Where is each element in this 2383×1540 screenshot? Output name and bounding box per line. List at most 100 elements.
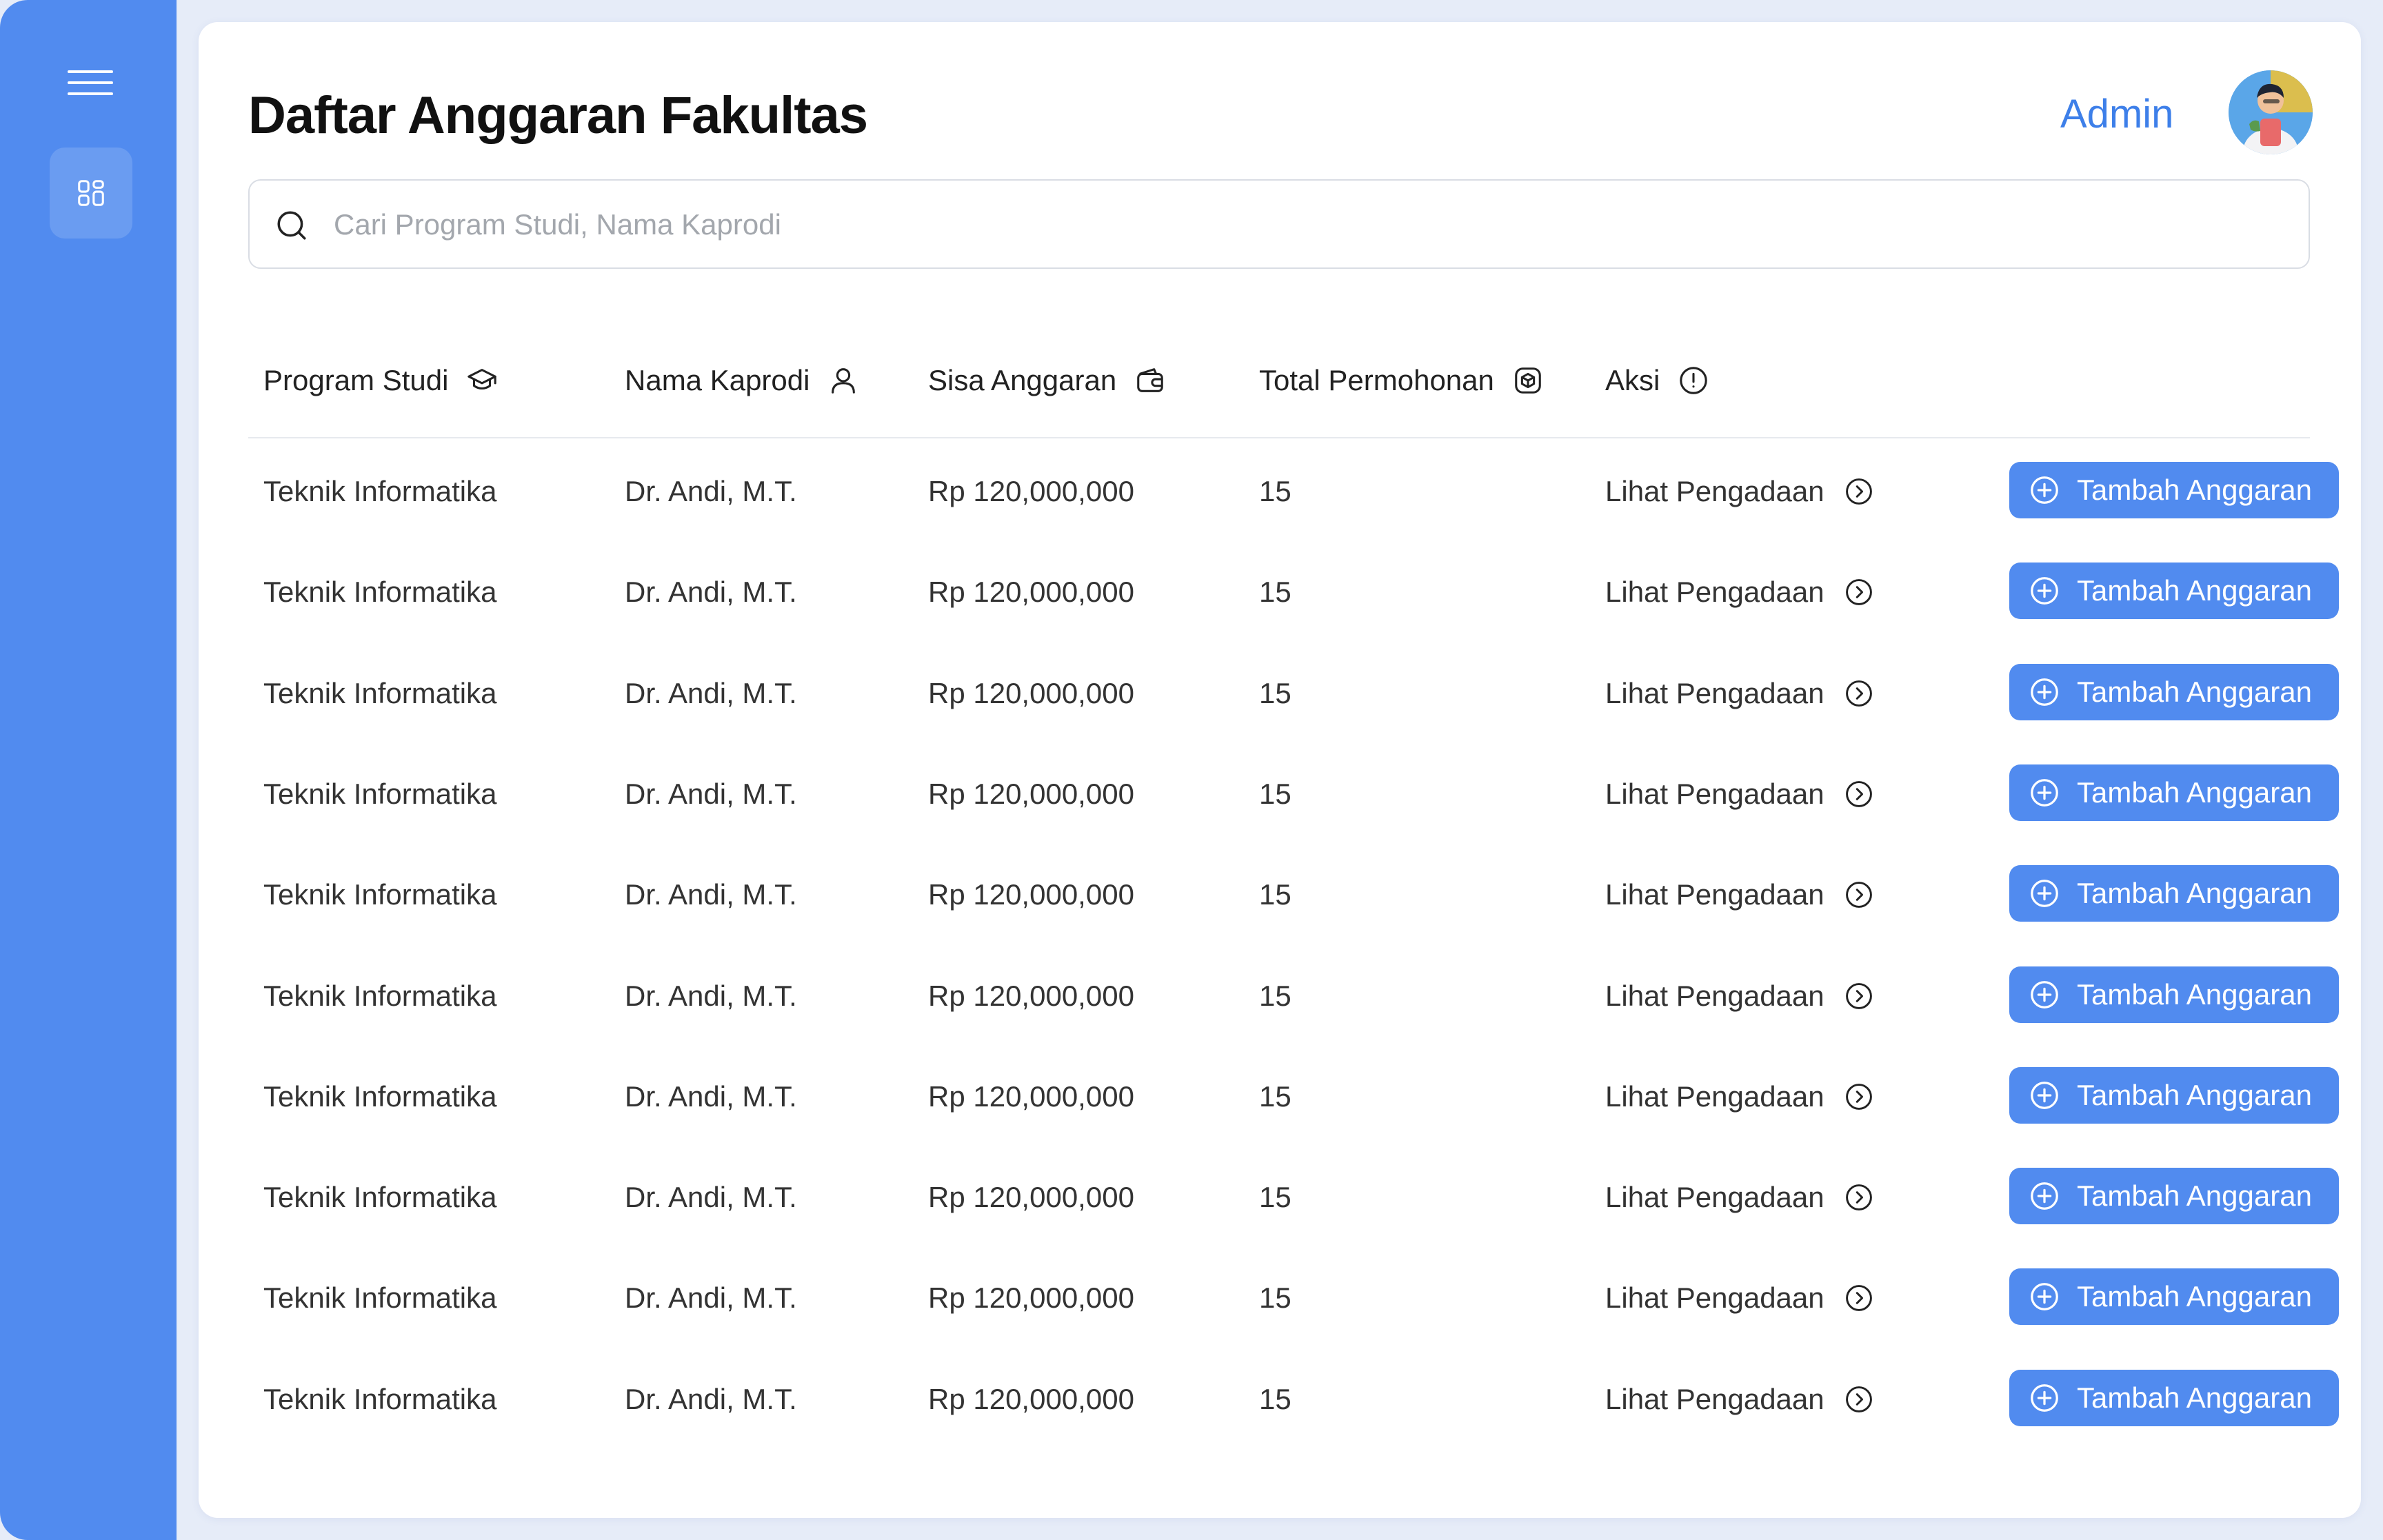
search-bar: [248, 179, 2310, 269]
tambah-anggaran-button[interactable]: Tambah Anggaran: [2009, 764, 2339, 821]
search-icon: [277, 211, 306, 240]
tambah-anggaran-button[interactable]: Tambah Anggaran: [2009, 1268, 2339, 1326]
plus-circle-icon: [2031, 980, 2058, 1009]
cell-nama-kaprodi: Dr. Andi, M.T.: [625, 676, 797, 709]
page-title: Daftar Anggaran Fakultas: [248, 86, 868, 145]
column-header-nama-kaprodi[interactable]: Nama Kaprodi: [625, 360, 859, 401]
lihat-pengadaan-link[interactable]: Lihat Pengadaan: [1605, 844, 1874, 945]
user-icon: [832, 368, 856, 394]
lihat-pengadaan-label: Lihat Pengadaan: [1605, 1382, 1824, 1415]
tambah-anggaran-button[interactable]: Tambah Anggaran: [2009, 1369, 2339, 1426]
tambah-anggaran-label: Tambah Anggaran: [2077, 574, 2312, 607]
plus-circle-icon: [2031, 577, 2058, 605]
table-row: Teknik Informatika Dr. Andi, M.T. Rp 120,0…: [248, 1248, 2339, 1348]
lihat-pengadaan-link[interactable]: Lihat Pengadaan: [1605, 1147, 1874, 1248]
lihat-pengadaan-link[interactable]: Lihat Pengadaan: [1605, 744, 1874, 844]
tambah-anggaran-button[interactable]: Tambah Anggaran: [2009, 563, 2339, 620]
plus-circle-icon: [2031, 880, 2058, 908]
cell-program-studi: Teknik Informatika: [263, 475, 497, 507]
column-header-sisa-anggaran[interactable]: Sisa Anggaran: [928, 360, 1166, 401]
sidebar-item-dashboard[interactable]: [50, 148, 132, 239]
lihat-pengadaan-label: Lihat Pengadaan: [1605, 878, 1824, 911]
cell-program-studi: Teknik Informatika: [263, 979, 497, 1012]
cell-total-permohonan: 15: [1259, 1080, 1291, 1113]
table-row: Teknik Informatika Dr. Andi, M.T. Rp 120,0…: [248, 946, 2339, 1046]
tambah-anggaran-button[interactable]: Tambah Anggaran: [2009, 966, 2339, 1023]
table-row: Teknik Informatika Dr. Andi, M.T. Rp 120,0…: [248, 643, 2339, 744]
column-label: Nama Kaprodi: [625, 364, 810, 396]
cell-sisa-anggaran: Rp 120,000,000: [928, 1080, 1134, 1113]
chevron-right-circle-icon: [1845, 1285, 1872, 1312]
chevron-right-circle-icon: [1845, 781, 1872, 807]
lihat-pengadaan-link[interactable]: Lihat Pengadaan: [1605, 946, 1874, 1046]
chevron-right-circle-icon: [1845, 680, 1872, 707]
lihat-pengadaan-link[interactable]: Lihat Pengadaan: [1605, 441, 1874, 542]
column-header-total-permohonan[interactable]: Total Permohonan: [1259, 360, 1544, 401]
tambah-anggaran-button[interactable]: Tambah Anggaran: [2009, 663, 2339, 720]
cell-sisa-anggaran: Rp 120,000,000: [928, 1382, 1134, 1415]
table-row: Teknik Informatika Dr. Andi, M.T. Rp 120,0…: [248, 441, 2339, 542]
tambah-anggaran-label: Tambah Anggaran: [2077, 776, 2312, 809]
lihat-pengadaan-label: Lihat Pengadaan: [1605, 777, 1824, 810]
lihat-pengadaan-link[interactable]: Lihat Pengadaan: [1605, 643, 1874, 744]
avatar[interactable]: [2229, 70, 2313, 154]
cell-nama-kaprodi: Dr. Andi, M.T.: [625, 576, 797, 609]
tambah-anggaran-button[interactable]: Tambah Anggaran: [2009, 865, 2339, 922]
cell-nama-kaprodi: Dr. Andi, M.T.: [625, 1080, 797, 1113]
cell-nama-kaprodi: Dr. Andi, M.T.: [625, 1281, 797, 1315]
plus-circle-icon: [2031, 1182, 2058, 1210]
lihat-pengadaan-label: Lihat Pengadaan: [1605, 1181, 1824, 1214]
column-header-program-studi[interactable]: Program Studi: [263, 360, 498, 401]
lihat-pengadaan-link[interactable]: Lihat Pengadaan: [1605, 1046, 1874, 1147]
cell-program-studi: Teknik Informatika: [263, 1281, 497, 1315]
hamburger-icon[interactable]: [68, 66, 113, 99]
plus-circle-icon: [2031, 678, 2058, 706]
tambah-anggaran-label: Tambah Anggaran: [2077, 1179, 2312, 1213]
cell-nama-kaprodi: Dr. Andi, M.T.: [625, 777, 797, 810]
lihat-pengadaan-link[interactable]: Lihat Pengadaan: [1605, 542, 1874, 642]
tambah-anggaran-button[interactable]: Tambah Anggaran: [2009, 1168, 2339, 1225]
table-row: Teknik Informatika Dr. Andi, M.T. Rp 120,0…: [248, 744, 2339, 844]
lihat-pengadaan-link[interactable]: Lihat Pengadaan: [1605, 1248, 1874, 1348]
search-input[interactable]: [332, 201, 2266, 248]
column-label: Aksi: [1605, 364, 1660, 396]
lihat-pengadaan-link[interactable]: Lihat Pengadaan: [1605, 1349, 1874, 1450]
tambah-anggaran-label: Tambah Anggaran: [2077, 1280, 2312, 1313]
lihat-pengadaan-label: Lihat Pengadaan: [1605, 1080, 1824, 1113]
sidebar: [0, 0, 177, 1540]
cell-nama-kaprodi: Dr. Andi, M.T.: [625, 475, 797, 507]
chevron-right-circle-icon: [1845, 579, 1872, 606]
chevron-right-circle-icon: [1845, 1386, 1872, 1412]
lihat-pengadaan-label: Lihat Pengadaan: [1605, 676, 1824, 709]
cell-total-permohonan: 15: [1259, 475, 1291, 507]
cell-program-studi: Teknik Informatika: [263, 576, 497, 609]
tambah-anggaran-label: Tambah Anggaran: [2077, 1381, 2312, 1414]
cell-nama-kaprodi: Dr. Andi, M.T.: [625, 878, 797, 911]
column-label: Program Studi: [263, 364, 449, 396]
cell-total-permohonan: 15: [1259, 576, 1291, 609]
tambah-anggaran-button[interactable]: Tambah Anggaran: [2009, 462, 2339, 518]
cell-total-permohonan: 15: [1259, 1281, 1291, 1315]
table-row: Teknik Informatika Dr. Andi, M.T. Rp 120,0…: [248, 1147, 2339, 1248]
cell-sisa-anggaran: Rp 120,000,000: [928, 878, 1134, 911]
column-header-aksi[interactable]: Aksi: [1605, 360, 1709, 401]
cell-sisa-anggaran: Rp 120,000,000: [928, 676, 1134, 709]
admin-user-label[interactable]: Admin: [2060, 91, 2173, 137]
box-icon: [1515, 367, 1541, 394]
cell-sisa-anggaran: Rp 120,000,000: [928, 1181, 1134, 1214]
tambah-anggaran-button[interactable]: Tambah Anggaran: [2009, 1066, 2339, 1124]
table-row: Teknik Informatika Dr. Andi, M.T. Rp 120,0…: [248, 844, 2339, 945]
table-header: Program Studi Nama Kaprodi Sisa Anggaran: [248, 325, 2310, 438]
chevron-right-circle-icon: [1845, 882, 1872, 909]
lihat-pengadaan-label: Lihat Pengadaan: [1605, 979, 1824, 1012]
lihat-pengadaan-label: Lihat Pengadaan: [1605, 576, 1824, 609]
chevron-right-circle-icon: [1845, 982, 1872, 1009]
cell-sisa-anggaran: Rp 120,000,000: [928, 576, 1134, 609]
lihat-pengadaan-label: Lihat Pengadaan: [1605, 1281, 1824, 1315]
graduation-cap-icon: [467, 369, 497, 390]
cell-sisa-anggaran: Rp 120,000,000: [928, 1281, 1134, 1315]
wallet-icon: [1137, 368, 1164, 392]
cell-total-permohonan: 15: [1259, 979, 1291, 1012]
table-row: Teknik Informatika Dr. Andi, M.T. Rp 120,0…: [248, 1349, 2339, 1450]
plus-circle-icon: [2031, 1384, 2058, 1412]
